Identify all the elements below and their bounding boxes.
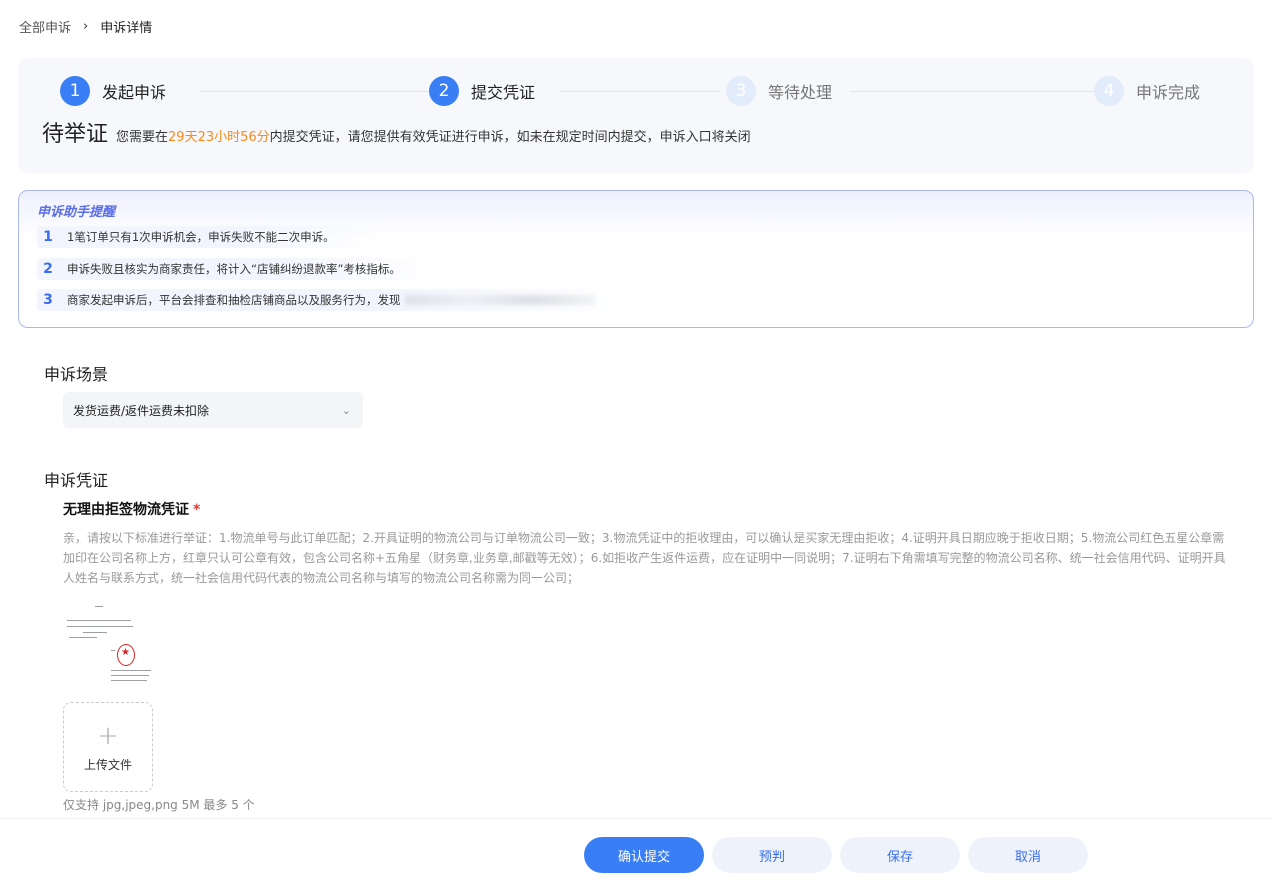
reminder-item: 1 1笔订单只有1次申诉机会，申诉失败不能二次申诉。 xyxy=(37,226,375,248)
appeal-assistant-reminder: 申诉助手提醒 1 1笔订单只有1次申诉机会，申诉失败不能二次申诉。 2 申诉失败… xyxy=(18,190,1254,328)
evidence-item-title: 无理由拒签物流凭证 * xyxy=(63,499,200,519)
footer-action-bar: 确认提交 预判 保存 取消 xyxy=(0,818,1271,888)
evidence-section-title: 申诉凭证 xyxy=(44,471,109,490)
status-line: 待举证 您需要在29天23小时56分内提交凭证，请您提供有效凭证进行申诉，如未在… xyxy=(42,116,751,148)
step-label: 发起申诉 xyxy=(102,83,167,102)
step-connector xyxy=(560,91,720,92)
progress-steps: 1 发起申诉 2 提交凭证 3 等待处理 4 申诉完成 xyxy=(60,76,1210,106)
star-icon: ★ xyxy=(121,647,130,658)
reminder-item-number: 2 xyxy=(43,261,53,277)
status-description: 您需要在29天23小时56分内提交凭证，请您提供有效凭证进行申诉，如未在规定时间… xyxy=(116,126,751,145)
scene-select-value: 发货运费/返件运费未扣除 xyxy=(73,403,210,418)
predict-button[interactable]: 预判 xyxy=(712,837,832,873)
reminder-item: 2 申诉失败且核实为商家责任，将计入“店铺纠纷退款率”考核指标。 xyxy=(37,258,441,280)
reminder-title: 申诉助手提醒 xyxy=(37,205,116,220)
countdown-text: 29天23小时56分 xyxy=(168,130,270,145)
step-label: 提交凭证 xyxy=(471,83,536,102)
step-4: 4 申诉完成 xyxy=(1094,76,1200,106)
required-mark: * xyxy=(193,502,201,518)
cancel-button[interactable]: 取消 xyxy=(968,837,1088,873)
evidence-item-label: 无理由拒签物流凭证 xyxy=(63,502,189,518)
step-label: 等待处理 xyxy=(768,83,833,102)
step-number: 2 xyxy=(429,76,459,106)
scene-select[interactable]: 发货运费/返件运费未扣除 ⌄ xyxy=(63,392,363,428)
chevron-down-icon: ⌄ xyxy=(341,403,351,417)
breadcrumb-current: 申诉详情 xyxy=(100,21,153,36)
status-title: 待举证 xyxy=(42,122,109,147)
reminder-item-text: 商家发起申诉后，平台会排查和抽检店铺商品以及服务行为，发现 xyxy=(67,293,401,307)
step-1: 1 发起申诉 xyxy=(60,76,166,106)
status-desc-suffix: 内提交凭证，请您提供有效凭证进行申诉，如未在规定时间内提交，申诉入口将关闭 xyxy=(269,130,751,145)
reminder-item-number: 1 xyxy=(43,229,53,245)
reminder-item-text: 申诉失败且核实为商家责任，将计入“店铺纠纷退款率”考核指标。 xyxy=(67,262,401,276)
reminder-item: 3 商家发起申诉后，平台会排查和抽检店铺商品以及服务行为，发现 xyxy=(37,289,635,311)
appeal-detail-page: 全部申诉 › 申诉详情 1 发起申诉 2 提交凭证 3 等待处理 4 申诉完成 xyxy=(0,0,1271,888)
step-2: 2 提交凭证 xyxy=(429,76,535,106)
step-3: 3 等待处理 xyxy=(726,76,832,106)
upload-file-button[interactable]: + 上传文件 xyxy=(63,702,153,792)
status-desc-prefix: 您需要在 xyxy=(116,130,169,145)
save-button[interactable]: 保存 xyxy=(840,837,960,873)
confirm-submit-button[interactable]: 确认提交 xyxy=(584,837,704,873)
breadcrumb: 全部申诉 › 申诉详情 xyxy=(19,17,152,36)
reminder-item-number: 3 xyxy=(43,292,53,308)
breadcrumb-root-link[interactable]: 全部申诉 xyxy=(19,17,71,36)
step-number: 1 xyxy=(60,76,90,106)
step-number: 4 xyxy=(1094,76,1124,106)
step-number: 3 xyxy=(726,76,756,106)
upload-hint: 仅支持 jpg,jpeg,png 5M 最多 5 个 xyxy=(63,798,255,812)
upload-file-label: 上传文件 xyxy=(83,758,132,772)
step-connector xyxy=(200,91,445,92)
breadcrumb-separator-icon: › xyxy=(83,19,89,34)
blurred-text xyxy=(404,295,595,305)
reminder-item-text: 1笔订单只有1次申诉机会，申诉失败不能二次申诉。 xyxy=(67,230,335,244)
progress-panel: 1 发起申诉 2 提交凭证 3 等待处理 4 申诉完成 待举证 您需要在29天2… xyxy=(18,58,1254,173)
uploaded-image-thumbnail[interactable]: ★ xyxy=(63,600,155,684)
step-connector xyxy=(850,91,1095,92)
scene-section-title: 申诉场景 xyxy=(44,365,109,384)
plus-icon: + xyxy=(97,721,119,751)
step-label: 申诉完成 xyxy=(1136,83,1201,102)
evidence-guide-text: 亲，请按以下标准进行举证：1.物流单号与此订单匹配；2.开具证明的物流公司与订单… xyxy=(63,531,1226,585)
